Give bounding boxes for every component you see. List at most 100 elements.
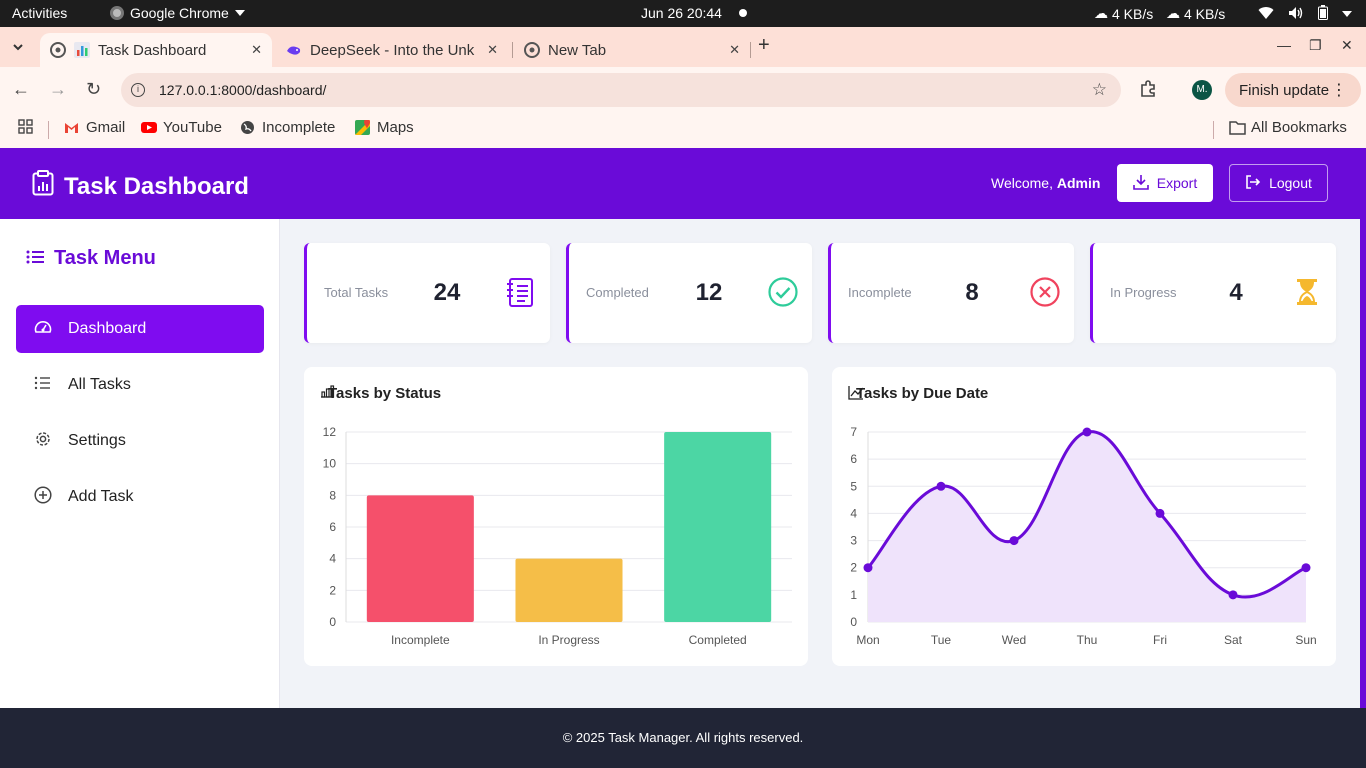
tab-deepseek[interactable]: DeepSeek - Into the Unk ✕: [276, 33, 508, 67]
sidebar: Task Menu Dashboard All Tasks Settings A…: [0, 219, 280, 708]
page-scrollbar[interactable]: [1360, 148, 1366, 708]
bookmark-gmail[interactable]: Gmail: [64, 119, 125, 136]
x-tick-label: Mon: [856, 633, 879, 647]
tab-title: New Tab: [548, 41, 607, 59]
y-tick-label: 2: [329, 583, 336, 597]
x-tick-label: In Progress: [538, 633, 599, 647]
system-top-bar: Activities Google Chrome Jun 26 20:44 ☁ …: [0, 0, 1366, 27]
deepseek-whale-icon: [286, 42, 302, 58]
bar-in-progress: [515, 558, 623, 622]
address-bar[interactable]: i 127.0.0.1:8000/dashboard/ ☆: [121, 73, 1121, 107]
brand[interactable]: Task Dashboard: [32, 170, 249, 203]
sidebar-item-label: Add Task: [68, 488, 134, 505]
bookmark-incomplete[interactable]: Incomplete: [240, 119, 335, 136]
y-tick-label: 3: [850, 534, 857, 548]
site-info-icon[interactable]: i: [131, 83, 145, 97]
bookmark-maps[interactable]: Maps: [355, 119, 414, 136]
footer-text: © 2025 Task Manager. All rights reserved…: [562, 730, 804, 745]
cloud-down-icon: ☁: [1094, 5, 1108, 21]
y-tick-label: 1: [850, 588, 857, 602]
export-label: Export: [1156, 175, 1198, 191]
more-vert-icon[interactable]: ⋮: [1331, 80, 1347, 100]
clipboard-data-icon: [32, 170, 54, 203]
extensions-puzzle-icon[interactable]: [1139, 80, 1157, 103]
y-tick-label: 2: [850, 561, 857, 575]
x-tick-label: Incomplete: [391, 633, 450, 647]
back-arrow-icon[interactable]: ←: [12, 79, 30, 100]
restore-icon[interactable]: ❐: [1309, 37, 1322, 54]
logout-button[interactable]: Logout: [1229, 164, 1328, 202]
y-tick-label: 0: [329, 615, 336, 629]
logout-label: Logout: [1269, 175, 1312, 191]
tab-new-tab[interactable]: New Tab ✕: [514, 33, 750, 67]
y-tick-label: 6: [850, 452, 857, 466]
tab-separator: [512, 42, 513, 58]
sidebar-item-add-task[interactable]: Add Task: [16, 473, 264, 521]
bar-incomplete: [366, 495, 474, 622]
new-tab-plus-icon[interactable]: +: [758, 34, 770, 57]
tab-search-button[interactable]: [6, 35, 30, 59]
finish-update-button[interactable]: Finish update ⋮: [1225, 73, 1361, 107]
reload-icon[interactable]: ↻: [86, 79, 101, 100]
url-text[interactable]: 127.0.0.1:8000/dashboard/: [159, 82, 326, 98]
minimize-icon[interactable]: —: [1277, 37, 1291, 53]
gear-icon: [34, 430, 52, 453]
finish-update-label: Finish update: [1239, 81, 1330, 99]
bookmark-youtube[interactable]: YouTube: [141, 119, 222, 136]
stat-card-completed: Completed 12: [566, 243, 812, 343]
stat-label: Completed: [586, 285, 649, 300]
tab-title: DeepSeek - Into the Unk: [310, 41, 475, 59]
close-tab-icon[interactable]: ✕: [251, 42, 262, 58]
app-name: Google Chrome: [130, 5, 229, 21]
net-up-label: 4 KB/s: [1184, 5, 1226, 22]
y-tick-label: 4: [329, 552, 336, 566]
y-tick-label: 5: [850, 479, 857, 493]
forward-arrow-icon[interactable]: →: [49, 79, 67, 100]
stat-value: 4: [1229, 279, 1243, 306]
list-icon: [34, 376, 52, 395]
logout-icon: [1245, 174, 1261, 193]
x-tick-label: Sun: [1295, 633, 1316, 647]
stat-card-incomplete: Incomplete 8: [828, 243, 1074, 343]
sidebar-item-dashboard[interactable]: Dashboard: [16, 305, 264, 353]
system-tray[interactable]: [1258, 5, 1352, 23]
tab-title: Task Dashboard: [98, 41, 207, 59]
apps-grid-icon[interactable]: [18, 119, 33, 134]
bookmark-separator: [1213, 121, 1214, 139]
y-tick-label: 6: [329, 520, 336, 534]
sidebar-item-all-tasks[interactable]: All Tasks: [16, 361, 264, 409]
bookmark-label: YouTube: [163, 119, 222, 136]
bookmark-label: Gmail: [86, 119, 126, 136]
sidebar-item-settings[interactable]: Settings: [16, 417, 264, 465]
x-tick-label: Completed: [689, 633, 747, 647]
bookmark-star-icon[interactable]: ☆: [1092, 80, 1107, 100]
net-up-indicator: ☁ 4 KB/s: [1166, 5, 1225, 22]
app-menu[interactable]: Google Chrome: [110, 5, 245, 21]
tab-task-dashboard[interactable]: Task Dashboard ✕: [40, 33, 272, 67]
all-bookmarks-button[interactable]: All Bookmarks: [1229, 119, 1347, 136]
stat-card-total: Total Tasks 24: [304, 243, 550, 343]
stat-card-in-progress: In Progress 4: [1090, 243, 1336, 343]
close-tab-icon[interactable]: ✕: [487, 42, 498, 58]
youtube-icon: [141, 120, 157, 135]
folder-icon: [1229, 120, 1246, 135]
due-date-line-chart: 0 1 2 3 4 5 6 7 Mon Tue Wed Thu Fri Sat Sun: [850, 425, 1316, 647]
activities-button[interactable]: Activities: [12, 5, 67, 21]
volume-icon: [1288, 6, 1304, 23]
check-circle-icon: [767, 276, 799, 308]
export-button[interactable]: Export: [1117, 164, 1213, 202]
tab-separator: [750, 42, 751, 58]
data-point-fri: [1155, 508, 1165, 518]
clock[interactable]: Jun 26 20:44: [641, 5, 722, 21]
data-point-tue: [936, 481, 946, 491]
close-tab-icon[interactable]: ✕: [729, 42, 740, 58]
app-header: Task Dashboard Welcome, Admin Export Log…: [0, 148, 1360, 219]
stat-label: In Progress: [1110, 285, 1177, 300]
x-tick-label: Tue: [931, 633, 952, 647]
profile-avatar[interactable]: M.: [1192, 80, 1212, 100]
due-date-chart-card: Tasks by Due Date 0 1 2 3 4 5 6 7 Mon Tue Wed Thu Fr…: [832, 367, 1336, 666]
close-window-icon[interactable]: ✕: [1341, 37, 1353, 54]
all-bookmarks-label: All Bookmarks: [1251, 119, 1347, 136]
gauge-icon: [34, 319, 52, 340]
sidebar-title: Task Menu: [26, 247, 156, 270]
